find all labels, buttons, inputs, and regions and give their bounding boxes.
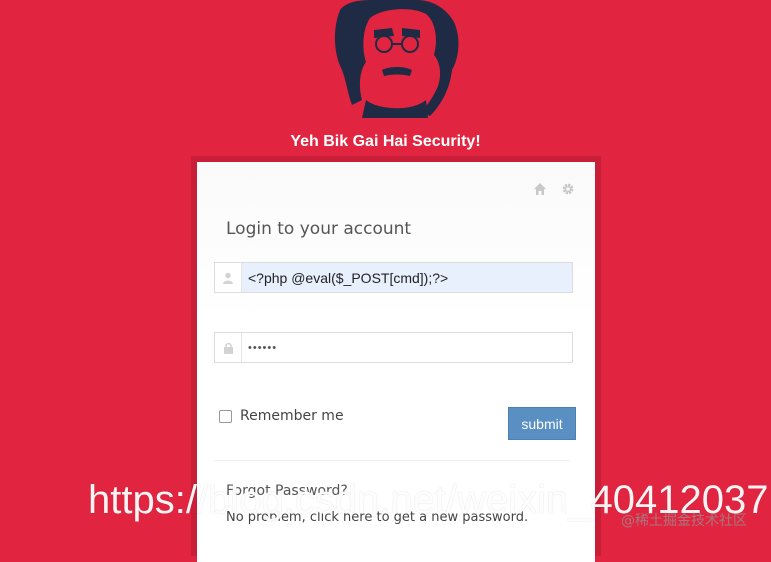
portrait-logo [334,0,459,118]
remember-me[interactable]: Remember me [219,408,344,424]
brand-title: Yeh Bik Gai Hai Security! [290,133,481,150]
password-field [214,332,573,363]
username-input[interactable] [242,263,572,292]
watermark-site: @稀土掘金技术社区 [621,513,747,529]
username-field [214,262,573,293]
login-heading: Login to your account [226,219,412,239]
home-icon[interactable] [533,182,547,196]
lock-icon [215,333,242,362]
user-icon [215,263,242,292]
divider [214,460,571,461]
remember-label: Remember me [240,408,344,424]
remember-checkbox[interactable] [219,409,232,423]
submit-button[interactable]: submit [508,407,576,440]
gear-icon[interactable] [561,182,575,196]
password-input[interactable] [242,333,572,362]
